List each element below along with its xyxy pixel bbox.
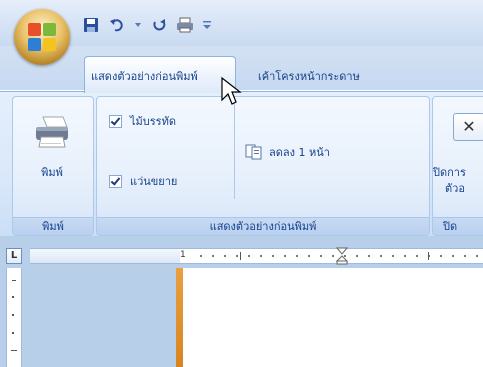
undo-icon[interactable] <box>108 16 126 34</box>
vertical-ruler[interactable] <box>6 268 22 367</box>
ruler-tick-major <box>428 252 429 260</box>
magnifier-checkbox[interactable] <box>109 174 122 188</box>
close-group-label-text: ปิด <box>443 220 458 233</box>
horizontal-ruler[interactable]: 1 <box>30 247 483 265</box>
quick-print-icon[interactable] <box>176 16 194 34</box>
print-group-label: พิมพ์ <box>13 217 93 235</box>
ruler-tick-major <box>240 252 241 260</box>
v-ruler-tick <box>12 332 14 334</box>
quick-access-toolbar <box>82 14 212 36</box>
tab-selector-button[interactable]: L <box>6 248 22 264</box>
tab-page-layout[interactable]: เค้าโครงหน้ากระดาษ <box>258 67 360 85</box>
print-group: พิมพ์ พิมพ์ <box>12 96 94 236</box>
ruler-checkbox[interactable] <box>109 114 122 128</box>
magnifier-checkbox-row[interactable]: แว่นขยาย <box>109 173 177 189</box>
document-page[interactable] <box>183 268 483 367</box>
customize-qat-icon[interactable] <box>202 16 212 34</box>
ruler-checkbox-row[interactable]: ไม้บรรทัด <box>109 113 176 129</box>
print-button[interactable]: พิมพ์ <box>21 107 83 187</box>
ruler-mark-1: 1 <box>180 250 186 260</box>
ruler-checkbox-label: ไม้บรรทัด <box>130 115 176 128</box>
page-margin-edge <box>176 268 183 367</box>
close-icon: ✕ <box>453 113 483 141</box>
preview-group-label: แสดงตัวอย่างก่อนพิมพ์ <box>97 217 429 235</box>
mouse-cursor-icon <box>221 76 242 105</box>
title-bar <box>0 0 483 46</box>
undo-dropdown-icon[interactable] <box>134 16 142 34</box>
magnifier-checkbox-label: แว่นขยาย <box>130 175 178 188</box>
close-group: ✕ ปิดการ ตัวอ ปิด <box>432 96 483 236</box>
first-line-indent-marker-icon[interactable] <box>336 247 348 265</box>
preview-group: ไม้บรรทัด แว่นขยาย ลดลง 1 หน้า แสดงตัวอย… <box>96 96 430 236</box>
v-ruler-tick <box>12 314 14 316</box>
v-ruler-tick <box>12 296 14 298</box>
shrink-one-page-icon <box>245 144 262 160</box>
print-button-label: พิมพ์ <box>41 166 63 179</box>
shrink-one-page-button[interactable]: ลดลง 1 หน้า <box>245 143 330 161</box>
office-logo-icon <box>28 23 56 51</box>
v-ruler-tick <box>11 350 17 351</box>
tab-print-preview-label: แสดงตัวอย่างก่อนพิมพ์ <box>91 70 198 83</box>
redo-icon[interactable] <box>150 16 168 34</box>
close-preview-button[interactable]: ✕ ปิดการ ตัวอ <box>433 103 483 195</box>
v-ruler-tick <box>12 280 16 281</box>
save-icon[interactable] <box>82 16 100 34</box>
close-preview-label-line2: ตัวอ <box>445 182 465 195</box>
shrink-one-page-label: ลดลง 1 หน้า <box>269 146 330 159</box>
printer-icon <box>36 116 68 148</box>
group-separator <box>234 103 235 199</box>
office-button[interactable] <box>14 9 70 65</box>
close-group-label: ปิด <box>433 217 483 235</box>
